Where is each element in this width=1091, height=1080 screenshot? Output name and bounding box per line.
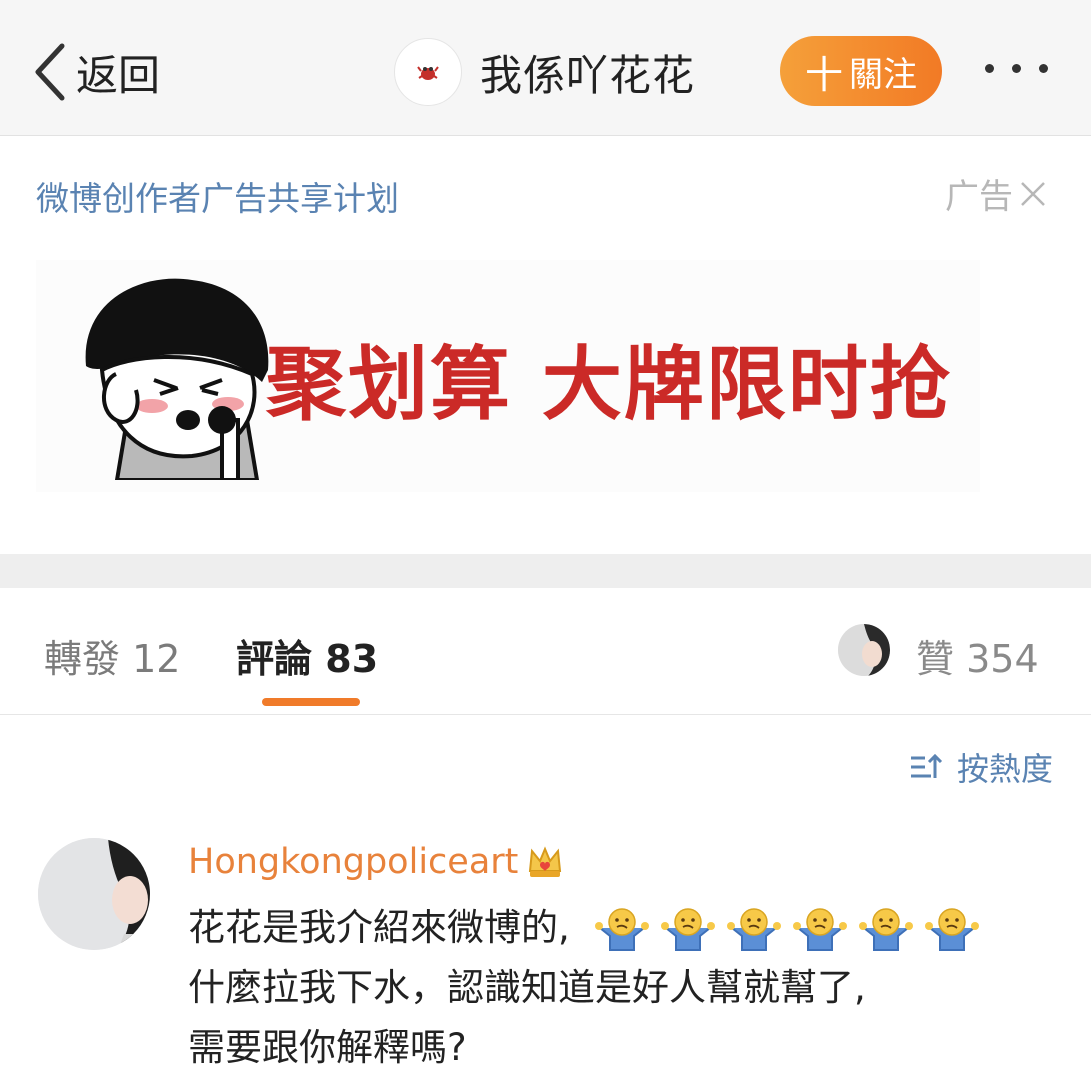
tab-repost-count: 12	[132, 637, 181, 681]
comment-line-1: 花花是我介紹來微博的,	[188, 898, 1068, 958]
comment-line-3: 需要跟你解釋嗎?	[188, 1026, 467, 1069]
tab-repost-label: 轉發	[44, 637, 121, 681]
comment-avatar[interactable]	[38, 838, 150, 950]
active-tab-indicator	[262, 698, 360, 706]
shrug-emoji-icon	[792, 907, 847, 951]
profile-header[interactable]: 我係吖花花	[394, 38, 695, 106]
liker-avatar[interactable]	[838, 624, 890, 676]
ad-section: 微博创作者广告共享计划 广告 聚划算 大牌限时抢	[0, 136, 1091, 554]
back-chevron-icon	[35, 43, 65, 101]
shrug-emoji-icon	[726, 907, 781, 951]
interaction-tabs: 轉發 12 評論 83 贊 354	[0, 588, 1091, 715]
section-divider	[0, 554, 1091, 588]
tab-comment[interactable]: 評論 83	[236, 628, 378, 683]
comment-username-text: Hongkongpoliceart	[188, 842, 519, 882]
meme-face-image	[85, 278, 269, 480]
more-dots-icon[interactable]	[985, 64, 1048, 73]
crab-avatar-icon	[417, 66, 439, 80]
like-count: 354	[966, 637, 1039, 681]
dot	[985, 64, 994, 73]
tab-repost[interactable]: 轉發 12	[44, 628, 180, 683]
liker-portrait-image	[838, 624, 890, 676]
tab-comment-count: 83	[325, 637, 379, 681]
ad-program-label[interactable]: 微博创作者广告共享计划	[36, 172, 399, 220]
like-button[interactable]: 贊 354	[916, 628, 1039, 683]
commenter-portrait-image	[38, 838, 150, 950]
like-label: 贊	[916, 637, 955, 681]
close-icon[interactable]	[1019, 180, 1047, 208]
follow-plus: 十	[804, 52, 843, 97]
ad-tag-label: 广告	[945, 177, 1013, 217]
shrug-emoji-icon	[660, 907, 715, 951]
follow-label: 關注	[849, 54, 917, 95]
back-label: 返回	[76, 50, 161, 100]
dot	[1012, 64, 1021, 73]
sort-button[interactable]: 按熱度	[909, 744, 1053, 790]
sort-icon	[910, 753, 943, 778]
comment-line-2: 什麼拉我下水，認識知道是好人幫就幫了,	[188, 966, 866, 1009]
profile-nickname[interactable]: 我係吖花花	[480, 42, 695, 103]
comment-username[interactable]: Hongkongpoliceart	[188, 842, 564, 882]
crown-icon	[529, 846, 562, 877]
shrug-emoji-icon	[594, 907, 649, 951]
ad-banner[interactable]: 聚划算 大牌限时抢	[36, 260, 980, 492]
comment-text: 花花是我介紹來微博的, 什麼拉我下水，認識知道是好人幫就幫了, 需要跟你解釋嗎?	[188, 898, 1068, 1078]
comment-line-1-text: 花花是我介紹來微博的,	[188, 906, 570, 949]
top-nav-bar: 返回 我係吖花花 十 關注	[0, 0, 1091, 136]
follow-button[interactable]: 十 關注	[780, 36, 942, 106]
emoji-row	[594, 906, 980, 954]
profile-avatar[interactable]	[394, 38, 462, 106]
ad-tag[interactable]: 广告	[945, 169, 1047, 218]
shrug-emoji-icon	[858, 907, 913, 951]
dot	[1039, 64, 1048, 73]
back-button[interactable]: 返回	[32, 40, 160, 104]
tab-comment-label: 評論	[236, 637, 313, 681]
sort-label: 按熱度	[956, 750, 1053, 788]
ad-banner-text: 聚划算 大牌限时抢	[266, 338, 952, 431]
shrug-emoji-icon	[924, 907, 979, 951]
